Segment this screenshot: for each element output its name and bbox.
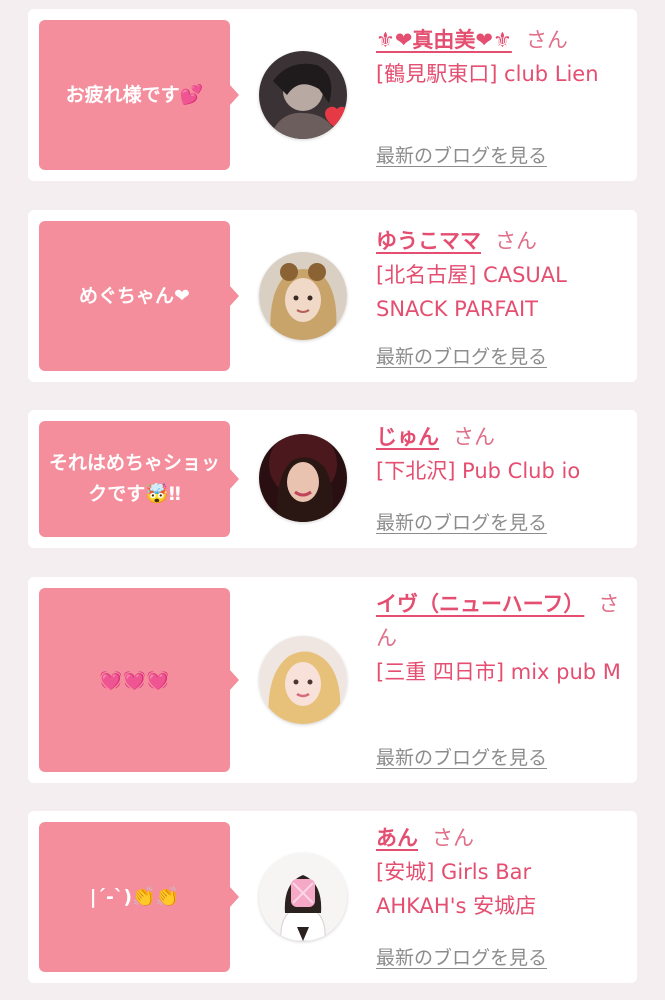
latest-blog-link[interactable]: 最新のブログを見る — [376, 943, 547, 970]
name-link[interactable]: じゅん — [376, 425, 439, 449]
profile-info: ⚜❤真由美❤⚜ さん [鶴見駅東口] club Lien — [376, 23, 628, 91]
comment-card: 💓💓💓 イヴ（ニューハーフ） さん [三重 四日市] mix pub M 最新のブ… — [28, 577, 637, 783]
shop-label: [下北沢] Pub Club io — [376, 459, 581, 483]
avatar[interactable] — [259, 636, 347, 724]
profile-info: じゅん さん [下北沢] Pub Club io — [376, 420, 628, 488]
name-link[interactable]: ⚜❤真由美❤⚜ — [376, 28, 512, 52]
shop-label: [北名古屋] CASUAL SNACK PARFAIT — [376, 263, 567, 321]
avatar-photo-icon — [259, 434, 347, 522]
avatar-photo-icon — [259, 636, 347, 724]
honorific: さん — [495, 229, 537, 253]
comment-card: お疲れ様です💕 ⚜❤真由美❤⚜ さん [鶴見駅東口] club Lien 最新のブ… — [28, 9, 637, 181]
comment-list: お疲れ様です💕 ⚜❤真由美❤⚜ さん [鶴見駅東口] club Lien 最新のブ… — [0, 0, 665, 1000]
latest-blog-link[interactable]: 最新のブログを見る — [376, 141, 547, 168]
profile-info: イヴ（ニューハーフ） さん [三重 四日市] mix pub M — [376, 587, 628, 689]
message-text: 💓💓💓 — [99, 668, 170, 691]
latest-blog-link[interactable]: 最新のブログを見る — [376, 508, 547, 535]
shop-label: [安城] Girls Bar AHKAH's 安城店 — [376, 860, 537, 918]
profile-info: あん さん [安城] Girls Bar AHKAH's 安城店 — [376, 821, 628, 923]
avatar-photo-icon — [259, 853, 347, 941]
message-bubble: めぐちゃん❤ — [39, 221, 239, 371]
avatar[interactable] — [259, 853, 347, 941]
avatar-photo-icon — [259, 252, 347, 340]
shop-label: [鶴見駅東口] club Lien — [376, 62, 599, 86]
avatar[interactable] — [259, 252, 347, 340]
message-bubble: 💓💓💓 — [39, 588, 239, 772]
shop-label: [三重 四日市] mix pub M — [376, 660, 621, 684]
latest-blog-link[interactable]: 最新のブログを見る — [376, 743, 547, 770]
message-bubble: お疲れ様です💕 — [39, 20, 239, 170]
honorific: さん — [525, 28, 568, 52]
message-text: それはめちゃショックです🤯‼ — [49, 452, 221, 505]
name-link[interactable]: ゆうこママ — [376, 229, 481, 253]
name-link[interactable]: イヴ（ニューハーフ） — [376, 592, 584, 616]
comment-card: |´-`)👏👏 あん さん [安城] Girls Bar AHKAH's 安城店 … — [28, 811, 637, 983]
message-bubble: それはめちゃショックです🤯‼ — [39, 421, 239, 537]
message-text: めぐちゃん❤ — [79, 284, 190, 307]
message-text: |´-`)👏👏 — [89, 885, 180, 908]
avatar[interactable] — [259, 434, 347, 522]
message-bubble: |´-`)👏👏 — [39, 822, 239, 972]
comment-card: それはめちゃショックです🤯‼ じゅん さん [下北沢] Pub Club io 最… — [28, 410, 637, 548]
avatar[interactable] — [259, 51, 347, 139]
message-text: お疲れ様です💕 — [65, 83, 204, 106]
honorific: さん — [432, 826, 474, 850]
avatar-photo-icon — [259, 51, 347, 139]
latest-blog-link[interactable]: 最新のブログを見る — [376, 342, 547, 369]
comment-card: めぐちゃん❤ ゆうこママ さん [北名古屋] CASUAL SNACK PARFA… — [28, 210, 637, 382]
profile-info: ゆうこママ さん [北名古屋] CASUAL SNACK PARFAIT — [376, 224, 628, 326]
honorific: さん — [453, 425, 495, 449]
name-link[interactable]: あん — [376, 826, 418, 850]
